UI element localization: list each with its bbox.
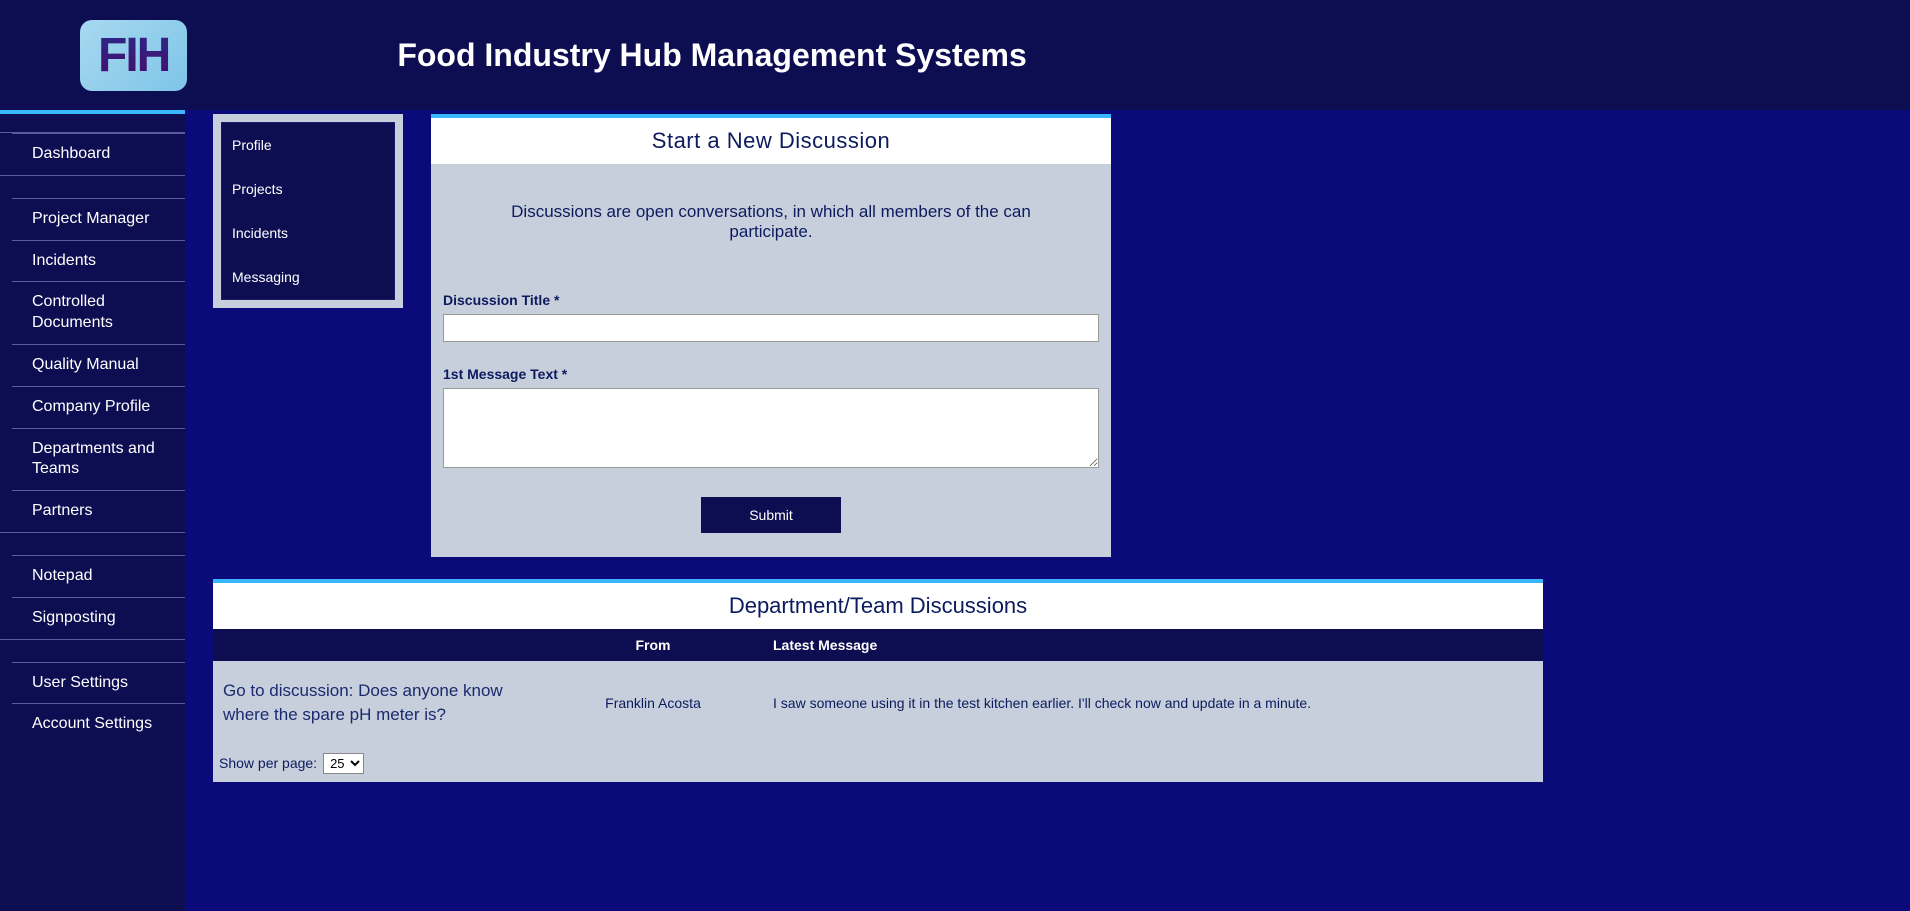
row-from: Franklin Acosta: [543, 695, 763, 711]
first-message-label: 1st Message Text *: [443, 366, 1099, 382]
discussions-list-card: Department/Team Discussions From Latest …: [213, 579, 1543, 782]
discussion-title-label: Discussion Title *: [443, 292, 1099, 308]
submit-button[interactable]: Submit: [701, 497, 841, 533]
table-body: Go to discussion: Does anyone know where…: [213, 661, 1543, 745]
table-row[interactable]: Go to discussion: Does anyone know where…: [213, 661, 1543, 745]
secondary-nav: Profile Projects Incidents Messaging: [213, 114, 403, 308]
sidebar-item-project-manager[interactable]: Project Manager: [0, 199, 185, 240]
sidebar-item-company-profile[interactable]: Company Profile: [0, 387, 185, 428]
card-description: Discussions are open conversations, in w…: [473, 202, 1069, 242]
sidebar-item-user-settings[interactable]: User Settings: [0, 663, 185, 704]
sidebar-item-incidents[interactable]: Incidents: [0, 241, 185, 282]
logo-text: FIH: [98, 28, 169, 83]
subnav-item-projects[interactable]: Projects: [222, 167, 394, 211]
sidebar-item-notepad[interactable]: Notepad: [0, 556, 185, 597]
per-page-select[interactable]: 25: [323, 753, 364, 774]
col-latest-message: Latest Message: [763, 637, 1543, 653]
sidebar-item-quality-manual[interactable]: Quality Manual: [0, 345, 185, 386]
main-content: Profile Projects Incidents Messaging Sta…: [185, 110, 1910, 911]
sidebar-item-partners[interactable]: Partners: [0, 491, 185, 532]
sidebar: Dashboard Project Manager Incidents Cont…: [0, 110, 185, 911]
app-header: FIH Food Industry Hub Management Systems: [0, 0, 1910, 110]
row-latest: I saw someone using it in the test kitch…: [763, 695, 1543, 711]
first-message-textarea[interactable]: [443, 388, 1099, 468]
sidebar-item-account-settings[interactable]: Account Settings: [0, 704, 185, 745]
discussion-title-input[interactable]: [443, 314, 1099, 342]
pagination: Show per page: 25: [213, 745, 1543, 782]
table-header-row: From Latest Message: [213, 629, 1543, 661]
app-logo: FIH: [80, 20, 187, 91]
new-discussion-card: Start a New Discussion Discussions are o…: [431, 114, 1111, 557]
col-subject: [213, 637, 543, 653]
sidebar-item-departments-teams[interactable]: Departments and Teams: [0, 429, 185, 491]
sidebar-item-controlled-documents[interactable]: Controlled Documents: [0, 282, 185, 344]
col-from: From: [543, 637, 763, 653]
subnav-item-profile[interactable]: Profile: [222, 123, 394, 167]
subnav-item-incidents[interactable]: Incidents: [222, 211, 394, 255]
card-title: Start a New Discussion: [431, 118, 1111, 164]
sidebar-item-signposting[interactable]: Signposting: [0, 598, 185, 639]
subnav-item-messaging[interactable]: Messaging: [222, 255, 394, 299]
row-subject[interactable]: Go to discussion: Does anyone know where…: [213, 679, 543, 727]
page-title: Food Industry Hub Management Systems: [397, 37, 1026, 74]
discussions-list-title: Department/Team Discussions: [213, 583, 1543, 629]
sidebar-item-dashboard[interactable]: Dashboard: [0, 134, 185, 175]
pager-label: Show per page:: [219, 755, 317, 771]
